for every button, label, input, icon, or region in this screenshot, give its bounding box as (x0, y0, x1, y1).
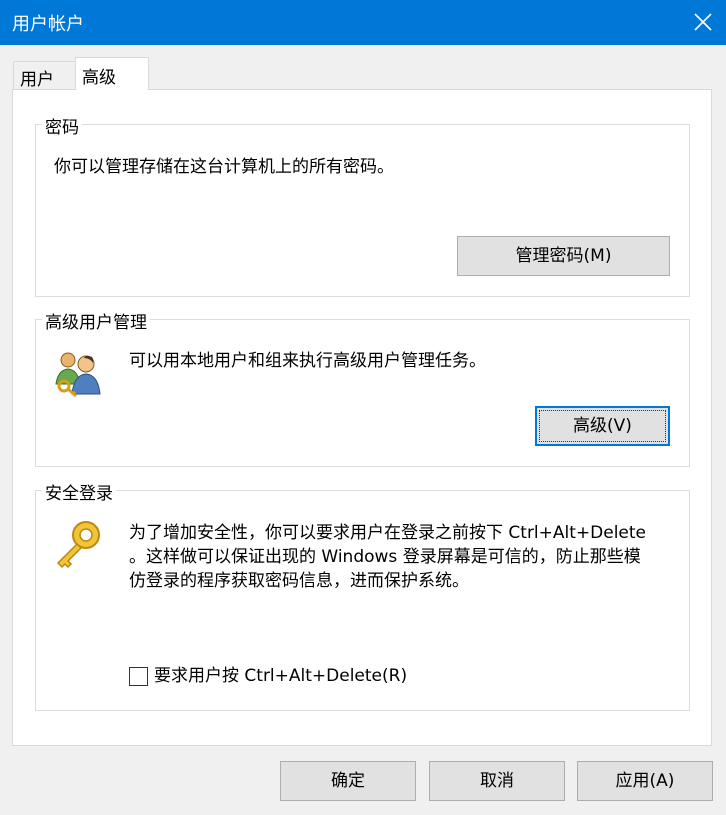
password-description: 你可以管理存储在这台计算机上的所有密码。 (54, 157, 394, 177)
tab-users[interactable]: 用户 (13, 61, 76, 90)
users-key-icon (54, 348, 104, 403)
tab-advanced[interactable]: 高级 (75, 57, 149, 90)
advanced-group-title: 高级用户管理 (42, 308, 150, 333)
secure-logon-group: 安全登录 为了增加安全性，你可以要求用户在登录之前按下 Ctrl+Alt+Del… (35, 479, 690, 711)
password-group: 密码 你可以管理存储在这台计算机上的所有密码。 管理密码(M) (35, 113, 690, 297)
cancel-button[interactable]: 取消 (429, 761, 565, 801)
secure-logon-description-line1: 为了增加安全性，你可以要求用户在登录之前按下 Ctrl+Alt+Delete (129, 523, 647, 543)
tab-advanced-label: 高级 (82, 68, 116, 88)
manage-passwords-button[interactable]: 管理密码(M) (457, 236, 670, 276)
require-ctrl-alt-delete-checkbox[interactable] (129, 667, 148, 686)
manage-passwords-label: 管理密码(M) (515, 246, 612, 266)
require-ctrl-alt-delete-label[interactable]: 要求用户按 Ctrl+Alt+Delete(R) (154, 664, 407, 688)
advanced-button[interactable]: 高级(V) (535, 406, 670, 446)
advanced-description: 可以用本地用户和组来执行高级用户管理任务。 (129, 351, 486, 371)
tab-users-label: 用户 (20, 70, 54, 90)
close-button[interactable] (680, 0, 726, 45)
password-group-title: 密码 (42, 113, 82, 138)
cancel-button-label: 取消 (480, 771, 514, 791)
secure-logon-description-line2: 。这样做可以保证出现的 Windows 登录屏幕是可信的，防止那些模 (129, 547, 641, 567)
ok-button[interactable]: 确定 (280, 761, 416, 801)
apply-button[interactable]: 应用(A) (577, 761, 713, 801)
key-icon (52, 517, 108, 578)
title-bar: 用户帐户 (0, 0, 726, 45)
apply-button-label: 应用(A) (615, 771, 675, 791)
ok-button-label: 确定 (331, 771, 365, 791)
window-title: 用户帐户 (12, 14, 84, 35)
secure-logon-description-line3: 仿登录的程序获取密码信息，进而保护系统。 (129, 571, 469, 591)
tab-panel-advanced: 密码 你可以管理存储在这台计算机上的所有密码。 管理密码(M) 高级用户管理 可… (12, 89, 712, 746)
secure-logon-title: 安全登录 (42, 479, 116, 504)
advanced-button-label: 高级(V) (573, 416, 632, 436)
close-icon (694, 13, 712, 31)
advanced-user-management-group: 高级用户管理 可以用本地用户和组来执行高级用户管理任务。 高级(V) (35, 308, 690, 467)
